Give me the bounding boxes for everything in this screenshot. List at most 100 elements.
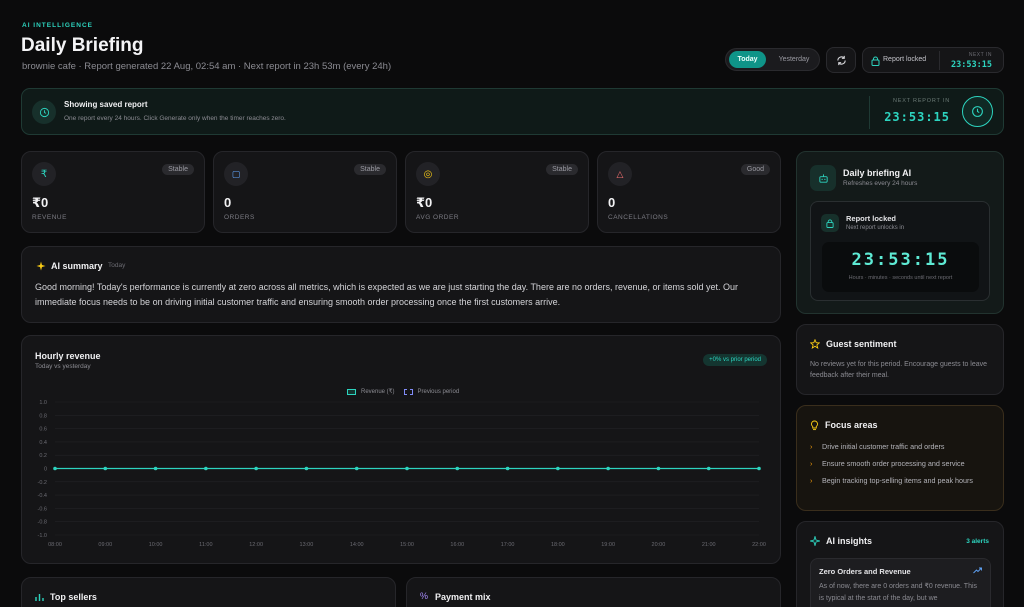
status-badge: Stable: [162, 164, 194, 175]
insights-count: 3 alerts: [966, 538, 989, 545]
ai-panel-subtitle: Refreshes every 24 hours: [843, 180, 918, 187]
data-point: [405, 466, 409, 471]
data-point: [556, 466, 560, 471]
lock-label: Report locked: [883, 56, 927, 63]
stat-card-cancellations: △ Good 0 CANCELLATIONS: [597, 151, 781, 233]
rupee-icon: ₹: [32, 162, 56, 186]
alert-icon: △: [608, 162, 632, 186]
target-icon: ◎: [416, 162, 440, 186]
data-point: [606, 466, 610, 471]
x-tick-label: 22:00: [752, 542, 766, 548]
insight-title: Zero Orders and Revenue: [819, 567, 911, 576]
y-tick-label: 0.6: [39, 427, 47, 433]
percent-icon: %: [420, 591, 429, 601]
y-tick-label: -0.6: [38, 506, 47, 512]
y-tick-label: 1.0: [39, 400, 47, 406]
banner-timer: 23:53:15: [884, 110, 950, 124]
next-in-label: NEXT IN: [968, 52, 992, 58]
insights-title: AI insights: [826, 536, 873, 546]
stat-value: 0: [608, 195, 616, 210]
stat-label: REVENUE: [32, 214, 67, 221]
banner-next-label: NEXT REPORT IN: [892, 98, 950, 104]
bar-chart-icon: [35, 594, 44, 601]
lock-box: Report locked Next report unlocks in 23:…: [810, 201, 990, 301]
y-tick-label: -0.2: [38, 480, 47, 486]
tab-today[interactable]: Today: [729, 51, 766, 68]
data-point: [706, 466, 711, 471]
x-tick-label: 08:00: [48, 542, 62, 548]
countdown-box: 23:53:15 Hours · minutes · seconds until…: [822, 242, 979, 292]
data-point: [354, 466, 359, 471]
lock-status: Report locked NEXT IN 23:53:15: [862, 47, 1004, 73]
hourly-revenue-card: Hourly revenue Today vs yesterday +0% vs…: [21, 335, 781, 564]
banner-title: Showing saved report: [64, 100, 148, 109]
data-point: [204, 466, 208, 471]
x-tick-label: 14:00: [350, 542, 364, 548]
stat-label: ORDERS: [224, 214, 255, 221]
data-point: [103, 466, 108, 471]
insight-item[interactable]: Zero Orders and Revenue As of now, there…: [810, 558, 991, 607]
status-badge: Stable: [546, 164, 578, 175]
lock-icon: [871, 56, 880, 66]
clock-icon: [39, 107, 49, 117]
y-tick-label: -0.8: [38, 520, 47, 526]
guest-sentiment-card: Guest sentiment No reviews yet for this …: [796, 324, 1004, 395]
x-tick-label: 12:00: [249, 542, 263, 548]
tab-yesterday[interactable]: Yesterday: [770, 51, 818, 68]
ai-panel-title: Daily briefing AI: [843, 168, 912, 178]
x-tick-label: 16:00: [450, 542, 464, 548]
stat-card-orders: ▢ Stable 0 ORDERS: [213, 151, 397, 233]
clock-icon: [972, 106, 983, 117]
y-tick-label: -0.4: [38, 493, 47, 499]
y-tick-label: 0: [44, 467, 47, 473]
countdown-timer: 23:53:15: [851, 250, 950, 270]
hourly-revenue-chart: 1.0 0.8 0.6 0.4 0.2 0 -0.2 -0.4 -0.6 -0.8 -1.008:0…: [38, 400, 766, 548]
x-tick-label: 10:00: [149, 542, 163, 548]
chevron-right-icon: ›: [810, 459, 813, 468]
lock-icon: [826, 219, 834, 228]
bot-icon-box: [810, 165, 836, 191]
page-subtitle: brownie cafe · Report generated 22 Aug, …: [22, 61, 392, 72]
x-tick-label: 17:00: [501, 542, 515, 548]
stat-card-avg-order: ◎ Stable ₹0 AVG ORDER: [405, 151, 589, 233]
x-tick-label: 15:00: [400, 542, 414, 548]
page-title: Daily Briefing: [21, 35, 144, 56]
data-point: [153, 466, 158, 471]
payment-mix-card: % Payment mix: [406, 577, 781, 607]
data-point: [656, 466, 661, 471]
refresh-button[interactable]: [826, 47, 856, 73]
banner-clock-ring: [962, 96, 993, 127]
bot-icon: [818, 173, 828, 183]
lock-icon-box: [821, 214, 839, 232]
payment-mix-title: Payment mix: [435, 592, 491, 602]
x-tick-label: 18:00: [551, 542, 565, 548]
sparkle-icon: [810, 536, 820, 546]
banner-desc: One report every 24 hours. Click Generat…: [64, 115, 286, 122]
y-tick-label: 0.2: [39, 453, 47, 459]
y-tick-label: 0.4: [39, 440, 47, 446]
sentiment-text: No reviews yet for this period. Encourag…: [810, 361, 988, 379]
chevron-right-icon: ›: [810, 476, 813, 485]
stat-label: CANCELLATIONS: [608, 214, 669, 221]
daily-briefing-ai-panel: Daily briefing AI Refreshes every 24 hou…: [796, 151, 1004, 314]
status-badge: Good: [740, 164, 770, 175]
x-tick-label: 11:00: [199, 542, 212, 548]
data-point: [757, 466, 761, 471]
top-sellers-title: Top sellers: [50, 592, 97, 602]
status-badge: Stable: [354, 164, 386, 175]
day-toggle: Today Yesterday: [725, 48, 820, 71]
sparkle-icon: [36, 261, 46, 271]
lightbulb-icon: [811, 420, 818, 431]
trending-icon: [973, 567, 982, 574]
x-tick-label: 13:00: [300, 542, 314, 548]
summary-text: Good morning! Today's performance is cur…: [35, 282, 739, 307]
clock-icon-box: [32, 100, 56, 124]
summary-tag: Today: [108, 262, 126, 269]
x-tick-label: 21:00: [702, 542, 716, 548]
top-sellers-card: Top sellers: [21, 577, 396, 607]
summary-title: AI summary: [51, 261, 103, 271]
insight-text: As of now, there are 0 orders and ₹0 rev…: [819, 583, 978, 602]
data-point: [455, 466, 460, 471]
chevron-right-icon: ›: [810, 442, 813, 451]
stat-value: ₹0: [32, 195, 49, 210]
